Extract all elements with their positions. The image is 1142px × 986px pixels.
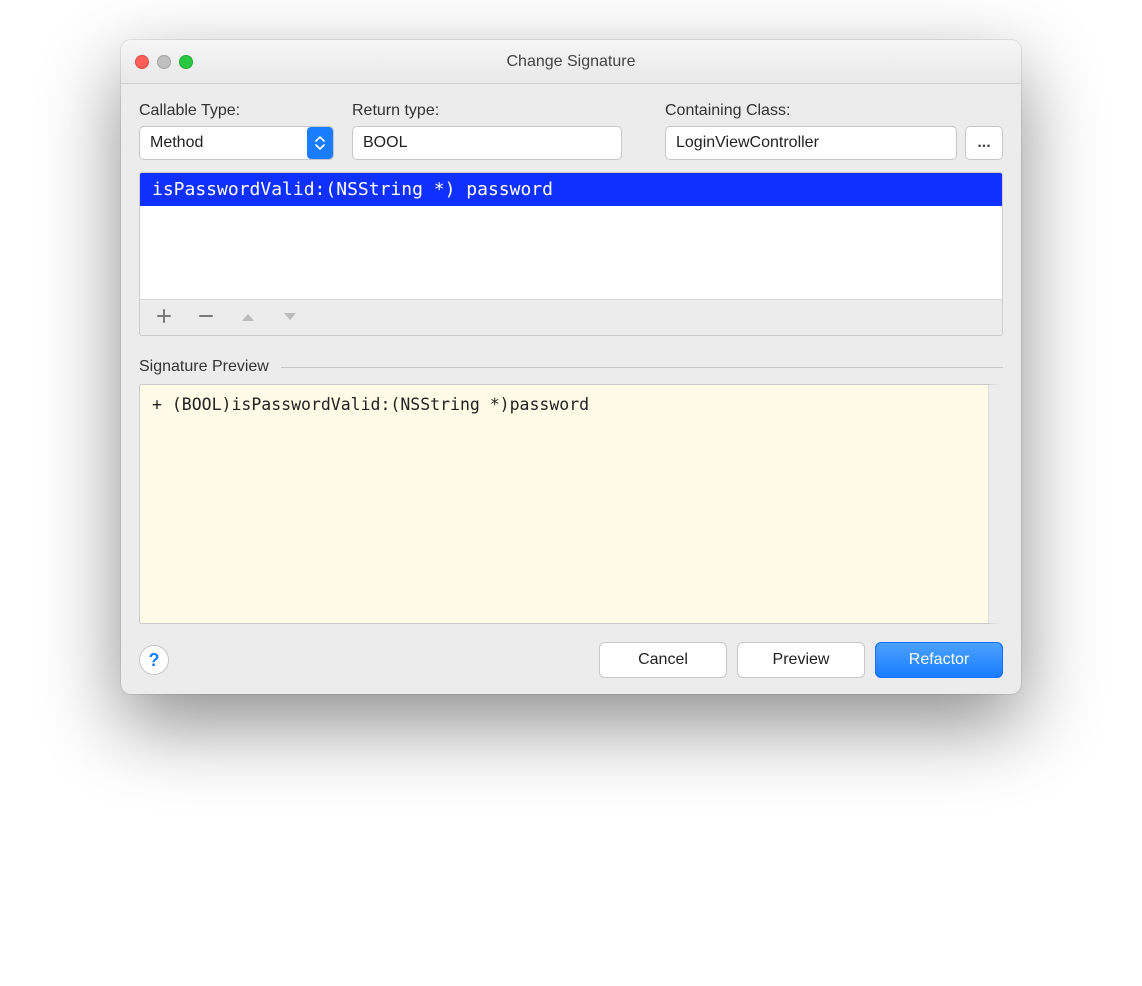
callable-type-group: Callable Type: Method <box>139 102 334 160</box>
refactor-button[interactable]: Refactor <box>875 642 1003 678</box>
move-up-button <box>238 308 258 328</box>
signature-preview-section: Signature Preview + (BOOL)isPasswordVali… <box>139 358 1003 624</box>
parameters-panel: isPasswordValid:(NSString *) password <box>139 172 1003 336</box>
remove-icon <box>198 308 214 327</box>
move-up-icon <box>241 310 255 325</box>
add-icon <box>156 308 172 327</box>
containing-class-label: Containing Class: <box>665 102 1003 120</box>
signature-preview-code: + (BOOL)isPasswordValid:(NSString *)pass… <box>152 395 977 414</box>
change-signature-dialog: Change Signature Callable Type: Method R… <box>121 40 1021 694</box>
dialog-footer: ? Cancel Preview Refactor <box>139 642 1003 678</box>
parameters-toolbar <box>140 299 1002 335</box>
containing-class-input[interactable] <box>665 126 957 160</box>
titlebar: Change Signature <box>121 40 1021 84</box>
move-down-icon <box>283 310 297 325</box>
callable-type-select[interactable]: Method <box>139 126 334 160</box>
signature-preview-box: + (BOOL)isPasswordValid:(NSString *)pass… <box>139 384 1003 624</box>
select-arrows-icon <box>307 127 333 159</box>
callable-type-label: Callable Type: <box>139 102 334 120</box>
add-parameter-button[interactable] <box>154 308 174 328</box>
minimize-window-button[interactable] <box>157 55 171 69</box>
parameter-row[interactable]: isPasswordValid:(NSString *) password <box>140 173 1002 206</box>
signature-preview-label: Signature Preview <box>139 358 269 376</box>
preview-button[interactable]: Preview <box>737 642 865 678</box>
containing-class-group: Containing Class: ... <box>665 102 1003 160</box>
signature-preview-wrapper: + (BOOL)isPasswordValid:(NSString *)pass… <box>139 384 1003 624</box>
dialog-content: Callable Type: Method Return type: Conta… <box>121 84 1021 694</box>
divider <box>281 367 1003 368</box>
zoom-window-button[interactable] <box>179 55 193 69</box>
containing-class-browse-button[interactable]: ... <box>965 126 1003 160</box>
return-type-label: Return type: <box>352 102 622 120</box>
remove-parameter-button[interactable] <box>196 308 216 328</box>
callable-type-value: Method <box>140 134 307 152</box>
return-type-group: Return type: <box>352 102 622 160</box>
parameters-list[interactable]: isPasswordValid:(NSString *) password <box>140 173 1002 299</box>
help-button[interactable]: ? <box>139 645 169 675</box>
window-title: Change Signature <box>121 53 1021 71</box>
window-controls <box>135 55 193 69</box>
close-window-button[interactable] <box>135 55 149 69</box>
return-type-input[interactable] <box>352 126 622 160</box>
move-down-button <box>280 308 300 328</box>
cancel-button[interactable]: Cancel <box>599 642 727 678</box>
scrollbar[interactable] <box>988 385 1002 623</box>
